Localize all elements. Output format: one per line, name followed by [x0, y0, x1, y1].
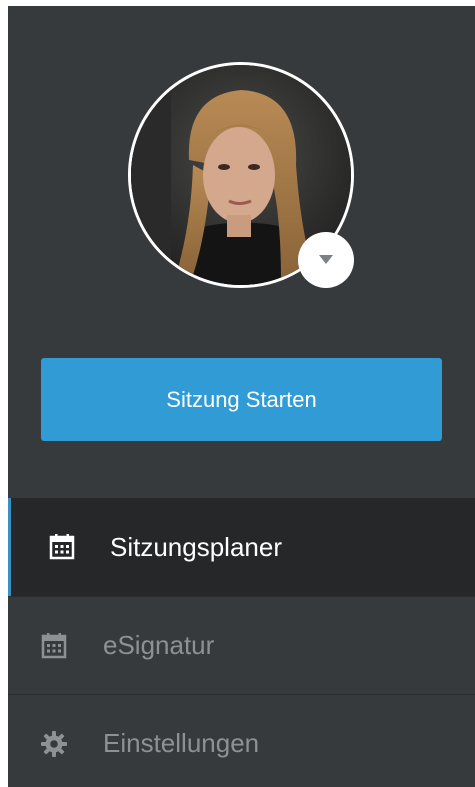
sidebar-item-label: Sitzungsplaner — [110, 531, 282, 562]
sidebar-item-einstellungen[interactable]: Einstellungen — [8, 694, 475, 787]
sidebar-item-label: Einstellungen — [103, 728, 260, 758]
caret-down-icon — [319, 255, 333, 264]
sidebar-item-sitzungsplaner[interactable]: Sitzungsplaner — [8, 498, 475, 596]
start-session-button-label: Sitzung Starten — [166, 386, 317, 412]
sidebar-item-esignatur[interactable]: eSignatur — [8, 596, 475, 694]
sidebar-item-label: eSignatur — [103, 630, 215, 660]
sidebar: Sitzung Starten Sitzungsplaner eSignatur… — [8, 6, 475, 787]
calendar-icon — [40, 632, 68, 660]
start-session-button[interactable]: Sitzung Starten — [41, 358, 442, 441]
avatar-menu-button[interactable] — [298, 232, 354, 288]
calendar-icon — [48, 533, 76, 561]
sidebar-nav: Sitzungsplaner eSignatur Einstellungen — [8, 498, 475, 787]
gear-icon — [40, 730, 68, 758]
profile — [128, 62, 354, 288]
